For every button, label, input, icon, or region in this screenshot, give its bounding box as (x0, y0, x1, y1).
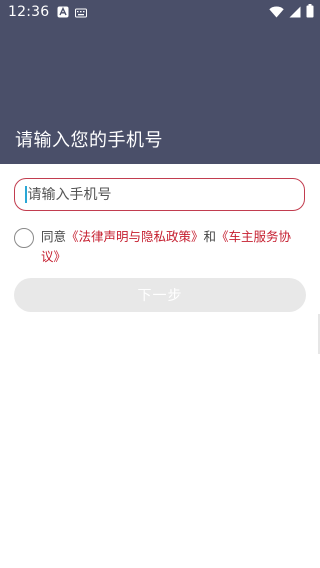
status-time: 12:36 (8, 4, 50, 20)
status-right-icons (269, 3, 314, 22)
a-icon (57, 3, 69, 22)
next-button[interactable]: 下一步 (14, 278, 306, 312)
battery-icon (306, 3, 314, 22)
privacy-policy-link[interactable]: 《法律声明与隐私政策》 (66, 229, 204, 244)
phone-field[interactable] (14, 178, 305, 211)
agree-radio[interactable] (14, 228, 34, 248)
header: 12:36 请输入您的手机号 (0, 0, 320, 164)
text-caret (25, 186, 27, 203)
phone-input[interactable] (27, 186, 278, 203)
signal-icon (289, 3, 301, 22)
agreement-middle: 和 (203, 229, 217, 244)
status-left-icons (57, 3, 88, 22)
status-bar: 12:36 (0, 0, 320, 24)
page-title: 请输入您的手机号 (15, 130, 163, 151)
agreement-row: 同意《法律声明与隐私政策》和《车主服务协议》 (14, 227, 306, 267)
keyboard-icon (75, 3, 88, 22)
agreement-text: 同意《法律声明与隐私政策》和《车主服务协议》 (41, 227, 306, 267)
wifi-icon (269, 3, 284, 22)
agreement-prefix: 同意 (41, 229, 67, 244)
